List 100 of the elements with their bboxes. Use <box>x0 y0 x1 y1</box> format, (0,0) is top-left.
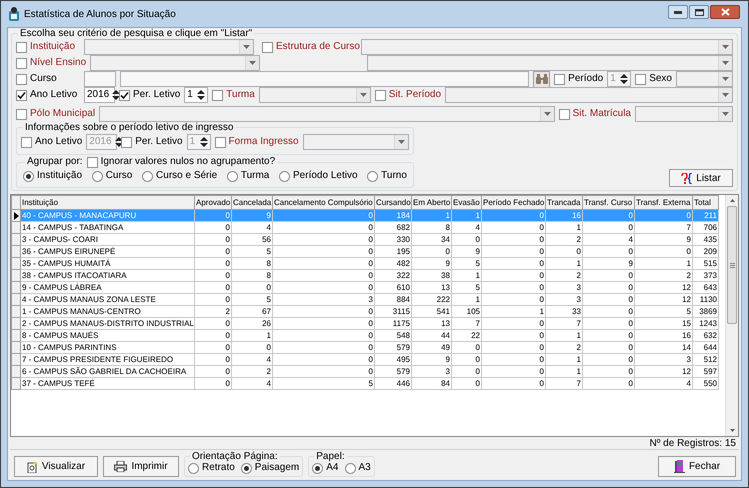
group-label: Agrupar por: <box>27 156 83 168</box>
column-header[interactable]: Instituição <box>20 196 194 210</box>
radio-button[interactable]: A4 <box>312 462 338 474</box>
dropdown[interactable] <box>99 106 555 122</box>
checkmark-icon <box>120 90 129 100</box>
spin-arrows-icon[interactable] <box>196 89 206 101</box>
list-button[interactable]: Listar <box>669 169 733 187</box>
document-preview-icon <box>26 460 38 472</box>
dropdown[interactable] <box>361 39 733 55</box>
checkbox[interactable]: Ano Letivo <box>16 89 80 101</box>
table-row[interactable]: 9 - CAMPUS LÁBREA 0 0 0 610 13 5 0 3 0 12 643 <box>12 282 718 294</box>
text-field[interactable] <box>120 71 530 87</box>
table-cell: 37 - CAMPUS TEFÉ <box>20 378 194 390</box>
caret-icon <box>243 45 250 49</box>
table-row[interactable]: 4 - CAMPUS MANAUS ZONA LESTE 0 5 3 884 222 1 0 3 0 12 1130 <box>12 294 718 306</box>
column-header[interactable]: Transf. Externa <box>634 196 692 210</box>
column-header[interactable]: Em Aberto <box>412 196 452 210</box>
checkbox[interactable]: Sit. Período <box>374 89 442 101</box>
table-row[interactable]: 6 - CAMPUS SÃO GABRIEL DA CACHOEIRA 0 2 0 579 3 0 0 1 0 12 597 <box>12 366 718 378</box>
table-row[interactable]: 37 - CAMPUS TEFÉ 0 4 5 446 84 0 0 7 0 4 550 <box>12 378 718 390</box>
preview-button[interactable]: Visualizar <box>14 456 98 477</box>
radio-button[interactable]: Turma <box>226 170 270 182</box>
checkbox[interactable]: Pólo Municipal <box>16 108 96 120</box>
door-icon <box>674 460 685 473</box>
table-row[interactable]: 8 - CAMPUS MAUÉS 0 1 0 548 44 22 0 1 0 16 632 <box>12 330 718 342</box>
column-header[interactable]: Cursando <box>374 196 412 210</box>
dropdown[interactable] <box>676 71 733 87</box>
group-label: Informações sobre o período letivo de ingresso <box>24 122 234 133</box>
checkbox[interactable]: Per. Letivo <box>119 89 180 101</box>
window-title: Estatística de Alunos por Situação <box>24 8 177 22</box>
caret-icon <box>398 140 405 144</box>
scroll-up-icon[interactable] <box>730 199 734 202</box>
maximize-button[interactable] <box>689 5 709 19</box>
radio-button[interactable]: Instituição <box>23 170 82 182</box>
dropdown[interactable] <box>90 55 260 71</box>
checkbox[interactable]: Per. Letivo <box>121 136 183 148</box>
column-header[interactable]: Transf. Curso <box>582 196 634 210</box>
table-cell: 0 <box>482 378 546 390</box>
checkbox[interactable]: Ano Letivo <box>21 136 82 148</box>
radio-button[interactable]: Curso e Série <box>142 170 218 182</box>
checkbox[interactable]: Sexo <box>635 73 672 85</box>
radio-button[interactable]: Período Letivo <box>279 170 358 182</box>
caret-icon <box>722 77 729 81</box>
radio-button[interactable]: A3 <box>344 462 371 474</box>
group-label: Papel: <box>315 451 346 462</box>
table-row[interactable]: 38 - CAMPUS ITACOATIARA 0 8 0 322 38 1 0 2 0 2 373 <box>12 270 718 282</box>
table-cell: 550 <box>692 378 718 390</box>
scroll-down-icon[interactable] <box>730 429 734 432</box>
column-header[interactable]: Aprovado <box>194 196 232 210</box>
close-button[interactable] <box>710 5 740 19</box>
column-header[interactable]: Cancelamento Compulsório <box>272 196 374 210</box>
table-cell: 0 <box>582 378 634 390</box>
caret-icon <box>722 93 729 97</box>
dropdown[interactable] <box>258 87 371 103</box>
column-header[interactable]: Evasão <box>452 196 482 210</box>
checkbox[interactable]: Ignorar valores nulos no agrupamento? <box>86 156 276 168</box>
column-header[interactable]: Total <box>692 196 718 210</box>
checkbox[interactable]: Nível Ensino <box>16 57 86 69</box>
text-field[interactable] <box>84 71 116 87</box>
row-header[interactable] <box>12 210 20 222</box>
checkbox[interactable]: Período <box>554 73 604 85</box>
table-row[interactable]: 35 - CAMPUS HUMAITÁ 0 8 0 482 9 5 0 1 9 1 515 <box>12 258 718 270</box>
print-button[interactable]: Imprimir <box>103 456 179 477</box>
close-form-button[interactable]: Fechar <box>658 456 736 477</box>
find-button[interactable] <box>533 70 550 88</box>
table-row[interactable]: 10 - CAMPUS PARINTINS 0 0 0 579 49 0 0 2 0 14 644 <box>12 342 718 354</box>
dropdown[interactable] <box>635 106 733 122</box>
spin-arrows-icon[interactable] <box>111 89 122 101</box>
checkbox[interactable]: Turma <box>212 89 255 101</box>
table-cell: 0 <box>194 378 232 390</box>
row-pointer-icon <box>14 212 18 220</box>
radio-button[interactable]: Turno <box>367 170 407 182</box>
checkbox[interactable]: Instituição <box>16 41 80 53</box>
table-row[interactable]: 36 - CAMPUS EIRUNEPÉ 0 5 0 195 0 9 0 0 0 0 209 <box>12 246 718 258</box>
radio-button[interactable]: Paisagem <box>240 462 300 474</box>
radio-button[interactable]: Retrato <box>188 462 235 474</box>
column-header[interactable]: Período Fechado <box>482 196 546 210</box>
vertical-scrollbar[interactable] <box>725 195 738 436</box>
checkbox[interactable]: Curso <box>16 73 80 85</box>
checkbox[interactable]: Estrutura de Curso <box>262 41 357 53</box>
table-cell: 446 <box>374 378 412 390</box>
caret-icon <box>249 61 256 65</box>
table-row[interactable]: 2 - CAMPUS MANAUS-DISTRITO INDUSTRIAL 0 26 0 1175 13 7 0 7 0 15 1243 <box>12 318 718 330</box>
checkbox[interactable]: Sit. Matrícula <box>558 108 631 120</box>
caret-icon <box>360 93 367 97</box>
grip-icon <box>730 262 734 268</box>
table-row[interactable]: 7 - CAMPUS PRESIDENTE FIGUEIREDO 0 4 0 495 9 0 0 1 0 3 512 <box>12 354 718 366</box>
column-header[interactable]: Cancelada <box>232 196 272 210</box>
radio-button[interactable]: Curso <box>92 170 132 182</box>
minimize-button[interactable] <box>668 5 688 19</box>
table-cell: 0 <box>452 378 482 390</box>
column-header[interactable]: Trancada <box>546 196 582 210</box>
app-icon <box>8 7 20 21</box>
dropdown[interactable] <box>302 134 409 150</box>
table-row[interactable]: 14 - CAMPUS - TABATINGA 0 4 0 682 8 4 0 1 0 7 706 <box>12 222 718 234</box>
table-row[interactable]: 3 - CAMPUS- COARI 0 56 0 330 34 0 0 2 4 9 435 <box>12 234 718 246</box>
spin-field[interactable]: 1 <box>184 87 208 103</box>
table-row[interactable]: 1 - CAMPUS MANAUS-CENTRO 2 67 0 3115 541 105 1 33 0 5 3869 <box>12 306 718 318</box>
checkbox[interactable]: Forma Ingresso <box>214 136 299 148</box>
dropdown[interactable] <box>84 39 254 55</box>
